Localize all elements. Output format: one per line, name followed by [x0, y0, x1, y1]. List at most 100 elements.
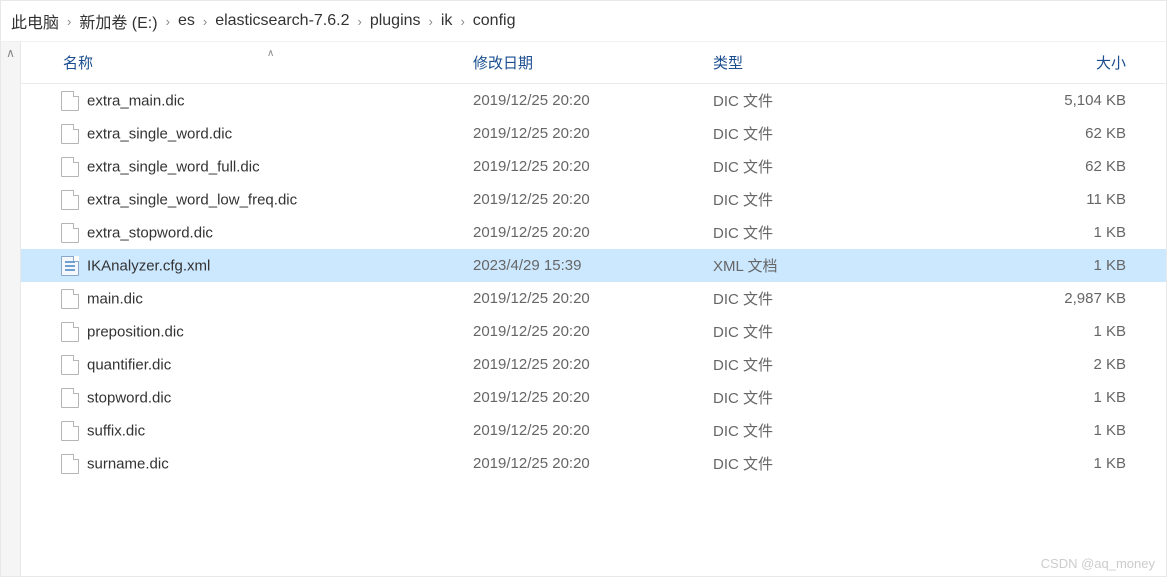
breadcrumb-item[interactable]: 新加卷 (E:) [79, 9, 157, 33]
file-icon [61, 124, 79, 144]
file-name-label: quantifier.dic [87, 356, 171, 373]
file-name-label: extra_single_word_full.dic [87, 158, 260, 175]
table-row[interactable]: quantifier.dic2019/12/25 20:20DIC 文件2 KB [21, 348, 1166, 381]
breadcrumb-item[interactable]: es [178, 12, 195, 30]
xml-file-icon [61, 256, 79, 276]
chevron-right-icon[interactable]: › [67, 14, 71, 29]
chevron-right-icon[interactable]: › [429, 14, 433, 29]
file-date-cell: 2019/12/25 20:20 [461, 381, 701, 414]
chevron-right-icon[interactable]: › [203, 14, 207, 29]
file-size-cell: 1 KB [901, 315, 1166, 348]
file-date-cell: 2023/4/29 15:39 [461, 249, 701, 282]
table-row[interactable]: extra_single_word_low_freq.dic 2019/12/25… [21, 183, 1166, 216]
file-icon [61, 289, 79, 309]
file-size-cell: 2,987 KB [901, 282, 1166, 315]
file-date-cell: 2019/12/25 20:20 [461, 117, 701, 150]
breadcrumb-item[interactable]: elasticsearch-7.6.2 [215, 12, 349, 30]
file-name-cell[interactable]: extra_single_word_full.dic [21, 150, 461, 183]
file-name-cell[interactable]: quantifier.dic [21, 348, 461, 381]
file-size-cell: 1 KB [901, 414, 1166, 447]
file-size-cell: 5,104 KB [901, 84, 1166, 118]
chevron-right-icon[interactable]: › [460, 14, 464, 29]
main-area: ∧ 名称 ∧ 修改日期 类型 [1, 42, 1166, 576]
file-size-cell: 1 KB [901, 447, 1166, 480]
file-name-label: extra_main.dic [87, 92, 185, 109]
file-name-label: surname.dic [87, 455, 169, 472]
column-header-date[interactable]: 修改日期 [461, 42, 701, 84]
file-name-cell[interactable]: extra_stopword.dic [21, 216, 461, 249]
file-type-cell: DIC 文件 [701, 348, 901, 381]
column-label: 名称 [63, 55, 93, 72]
left-gutter: ∧ [1, 42, 21, 576]
scroll-up-icon[interactable]: ∧ [6, 46, 15, 60]
breadcrumb-item[interactable]: config [473, 12, 516, 30]
file-name-label: suffix.dic [87, 422, 145, 439]
file-icon [61, 190, 79, 210]
column-label: 类型 [713, 55, 743, 72]
file-type-cell: DIC 文件 [701, 117, 901, 150]
file-type-cell: DIC 文件 [701, 150, 901, 183]
file-icon [61, 223, 79, 243]
file-size-cell: 62 KB [901, 117, 1166, 150]
file-name-label: extra_single_word_low_freq.dic [87, 191, 297, 208]
file-size-cell: 62 KB [901, 150, 1166, 183]
file-name-cell[interactable]: surname.dic [21, 447, 461, 480]
column-label: 大小 [1096, 55, 1126, 72]
chevron-right-icon[interactable]: › [357, 14, 361, 29]
file-icon [61, 421, 79, 441]
table-row[interactable]: IKAnalyzer.cfg.xml2023/4/29 15:39XML 文档1… [21, 249, 1166, 282]
file-icon [61, 355, 79, 375]
file-name-cell[interactable]: extra_main.dic [21, 84, 461, 118]
table-row[interactable]: extra_stopword.dic2019/12/25 20:20DIC 文件… [21, 216, 1166, 249]
file-name-label: preposition.dic [87, 323, 184, 340]
file-date-cell: 2019/12/25 20:20 [461, 414, 701, 447]
file-name-cell[interactable]: suffix.dic [21, 414, 461, 447]
file-name-label: extra_single_word.dic [87, 125, 232, 142]
column-header-size[interactable]: 大小 [901, 42, 1166, 84]
column-header-name[interactable]: 名称 ∧ [21, 42, 461, 84]
file-type-cell: DIC 文件 [701, 216, 901, 249]
file-size-cell: 1 KB [901, 216, 1166, 249]
file-name-cell[interactable]: stopword.dic [21, 381, 461, 414]
file-name-label: main.dic [87, 290, 143, 307]
file-type-cell: DIC 文件 [701, 414, 901, 447]
file-icon [61, 454, 79, 474]
table-row[interactable]: stopword.dic2019/12/25 20:20DIC 文件1 KB [21, 381, 1166, 414]
table-row[interactable]: preposition.dic2019/12/25 20:20DIC 文件1 K… [21, 315, 1166, 348]
chevron-right-icon[interactable]: › [166, 14, 170, 29]
table-row[interactable]: main.dic2019/12/25 20:20DIC 文件2,987 KB [21, 282, 1166, 315]
file-size-cell: 1 KB [901, 381, 1166, 414]
breadcrumb-item[interactable]: 此电脑 [11, 9, 59, 33]
file-name-label: IKAnalyzer.cfg.xml [87, 257, 210, 274]
explorer-window: 此电脑 › 新加卷 (E:) › es › elasticsearch-7.6.2 › plug… [0, 0, 1167, 577]
table-row[interactable]: surname.dic 2019/12/25 20:20DIC 文件1 KB [21, 447, 1166, 480]
sort-indicator-icon: ∧ [267, 48, 274, 59]
file-date-cell: 2019/12/25 20:20 [461, 150, 701, 183]
file-name-cell[interactable]: extra_single_word.dic [21, 117, 461, 150]
table-row[interactable]: extra_main.dic2019/12/25 20:20DIC 文件5,10… [21, 84, 1166, 118]
file-name-cell[interactable]: preposition.dic [21, 315, 461, 348]
file-type-cell: DIC 文件 [701, 447, 901, 480]
file-date-cell: 2019/12/25 20:20 [461, 84, 701, 118]
breadcrumb-item[interactable]: plugins [370, 12, 421, 30]
file-icon [61, 157, 79, 177]
table-header-row: 名称 ∧ 修改日期 类型 大小 [21, 42, 1166, 84]
file-type-cell: DIC 文件 [701, 315, 901, 348]
file-type-cell: DIC 文件 [701, 183, 901, 216]
breadcrumb[interactable]: 此电脑 › 新加卷 (E:) › es › elasticsearch-7.6.2 › plug… [1, 1, 1166, 42]
file-name-cell[interactable]: main.dic [21, 282, 461, 315]
breadcrumb-item[interactable]: ik [441, 12, 453, 30]
file-type-cell: DIC 文件 [701, 381, 901, 414]
file-name-cell[interactable]: extra_single_word_low_freq.dic [21, 183, 461, 216]
column-header-type[interactable]: 类型 [701, 42, 901, 84]
table-row[interactable]: extra_single_word.dic 2019/12/25 20:20DIC… [21, 117, 1166, 150]
table-row[interactable]: suffix.dic 2019/12/25 20:20DIC 文件1 KB [21, 414, 1166, 447]
file-icon [61, 91, 79, 111]
file-date-cell: 2019/12/25 20:20 [461, 183, 701, 216]
file-size-cell: 2 KB [901, 348, 1166, 381]
file-name-cell[interactable]: IKAnalyzer.cfg.xml [21, 249, 461, 282]
table-row[interactable]: extra_single_word_full.dic 2019/12/25 20:… [21, 150, 1166, 183]
file-date-cell: 2019/12/25 20:20 [461, 447, 701, 480]
file-table: 名称 ∧ 修改日期 类型 大小 extra_mai [21, 42, 1166, 480]
file-date-cell: 2019/12/25 20:20 [461, 282, 701, 315]
